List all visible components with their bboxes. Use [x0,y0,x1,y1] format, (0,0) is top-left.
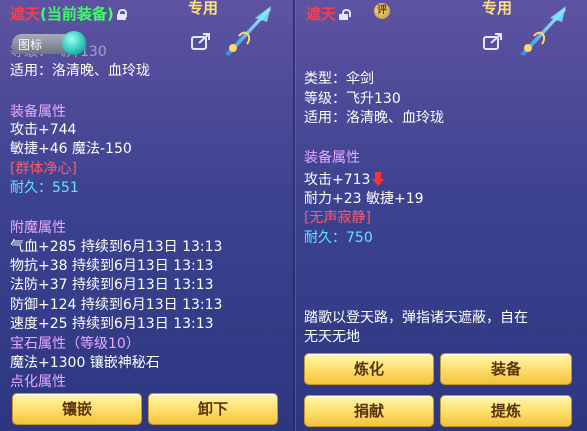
toggle-knob [62,31,86,55]
item-name: 遮天 [306,5,337,23]
exclusive-label: 专用 [188,0,219,17]
equip-attr-header: 装备属性 [10,104,66,120]
weapon-icon [520,6,566,56]
agility-magic-stat: 敏捷+46 魔法-150 [10,141,132,157]
gem-line: 魔法+1300 镶嵌神秘石 [10,355,160,371]
enchant-line: 法防+37 持续到6月13日 13:13 [10,277,214,293]
description-line: 踏歌以登天路，弹指诸天遮蔽，自在 [304,310,528,326]
attack-stat: 攻击+744 [10,122,77,138]
appraise-icon[interactable]: 评 [374,3,390,19]
description-line: 无天无地 [304,329,360,345]
special-skill: [群体净心] [10,161,77,177]
applicable-characters: 适用：洛清晚、血玲珑 [10,63,150,79]
item-level: 等级：飞升130 [304,91,401,107]
enchant-line: 气血+285 持续到6月13日 13:13 [10,239,223,255]
unequip-button[interactable]: 卸下 [148,393,278,425]
durability: 耐久：551 [10,180,79,196]
durability: 耐久：750 [304,230,373,246]
equipped-item-panel: 遮天(当前装备) 专用 等级：飞升130 图标 适用：洛清晚、血玲珑 装备属性 … [0,0,295,431]
item-name: 遮天 [10,5,41,23]
enchant-line: 防御+124 持续到6月13日 13:13 [10,297,223,313]
icon-toggle-label: 图标 [18,38,43,52]
donate-button[interactable]: 捐献 [304,395,434,427]
lock-icon[interactable] [116,9,127,20]
enchant-line: 速度+25 持续到6月13日 13:13 [10,316,214,332]
item-title: 遮天(当前装备) [10,3,127,24]
special-skill: [无声寂静] [304,210,371,226]
refine-header: 点化属性 [10,374,66,390]
item-title: 遮天 [306,3,352,24]
attack-stat: 攻击+713 [304,170,385,189]
attack-value: 攻击+713 [304,172,371,188]
enchant-line: 物抗+38 持续到6月13日 13:13 [10,258,214,274]
extract-button[interactable]: 提炼 [440,395,572,427]
exclusive-label: 专用 [482,0,513,17]
stamina-agility-stat: 耐力+23 敏捷+19 [304,191,424,207]
weapon-icon [225,6,271,56]
gem-header: 宝石属性（等级10） [10,336,140,352]
applicable-characters: 适用：洛清晚、血玲珑 [304,110,444,126]
share-icon[interactable] [191,32,213,50]
equipped-status: (当前装备) [40,5,114,23]
enchant-header: 附魔属性 [10,220,66,236]
decrease-arrow-icon [372,172,385,186]
equip-attr-header: 装备属性 [304,150,360,166]
share-icon[interactable] [483,32,505,50]
inlay-button[interactable]: 镶嵌 [12,393,142,425]
unlock-icon[interactable] [339,9,352,20]
icon-toggle[interactable]: 图标 [12,31,86,55]
equip-button[interactable]: 装备 [440,353,572,385]
refine-button[interactable]: 炼化 [304,353,434,385]
item-type: 类型：伞剑 [304,71,374,87]
inspected-item-panel: 遮天 评 专用 类型：伞剑 等级：飞升130 适用：洛清晚、血玲珑 装备属性 攻… [296,0,587,431]
